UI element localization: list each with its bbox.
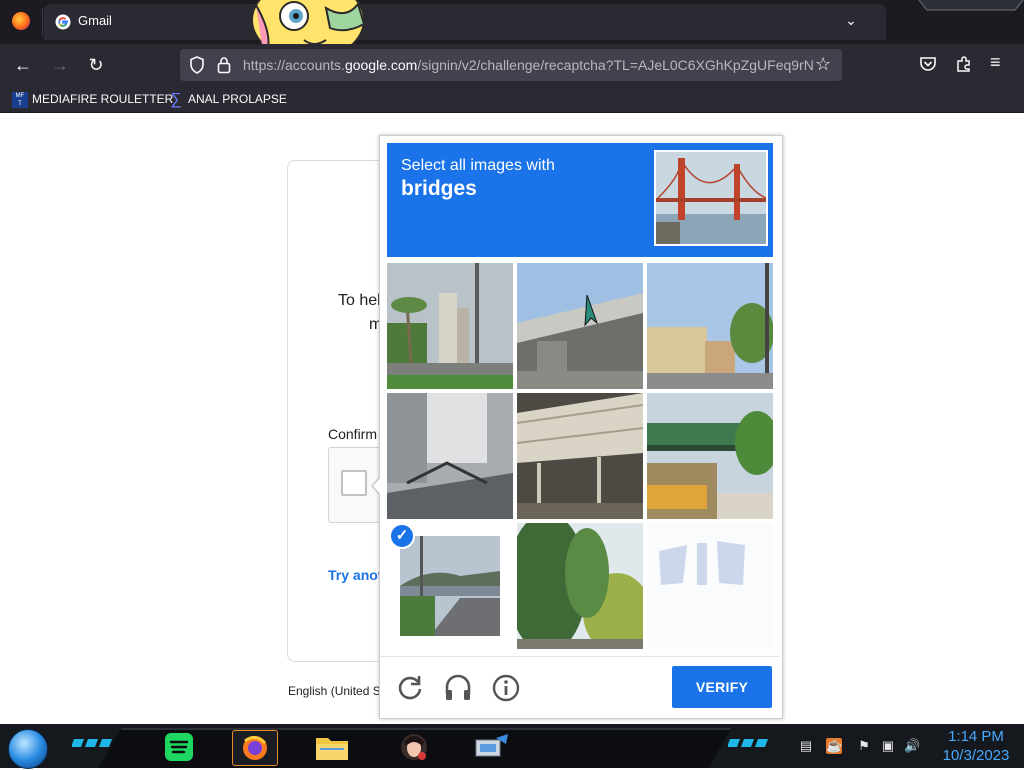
firefox-view-icon[interactable]: [12, 12, 30, 30]
firefox-icon[interactable]: [232, 730, 278, 766]
footer-divider: [380, 656, 780, 657]
language-selector[interactable]: English (United S: [288, 684, 381, 698]
captcha-tile-8[interactable]: [517, 523, 643, 649]
back-arrow-icon[interactable]: ←: [10, 52, 36, 78]
popup-pointer-inner: [373, 477, 381, 495]
reload-icon[interactable]: [394, 672, 426, 704]
tab-list-chevron-icon[interactable]: ⌄: [840, 12, 862, 32]
start-orb-button[interactable]: [8, 729, 48, 769]
pocket-icon[interactable]: [919, 55, 937, 73]
spotify-icon[interactable]: [157, 730, 201, 764]
partial-instruction-text: To hel: [338, 292, 381, 309]
volume-icon[interactable]: 🔊: [904, 738, 920, 754]
window-corner-decoration: [918, 0, 1024, 11]
sigma-icon: ∑: [170, 90, 182, 108]
clock-date[interactable]: 10/3/2023: [936, 747, 1016, 764]
decorative-lights-icon: [72, 739, 112, 747]
captcha-tile-2[interactable]: [517, 263, 643, 389]
captcha-tile-4[interactable]: [387, 393, 513, 519]
verify-button[interactable]: VERIFY: [672, 666, 772, 708]
forward-arrow-icon[interactable]: →: [47, 52, 73, 78]
java-icon[interactable]: ☕: [826, 738, 842, 754]
selected-tile-image: [400, 536, 500, 636]
reload-icon[interactable]: ↻: [83, 52, 109, 78]
avatar-app-icon[interactable]: [392, 730, 436, 764]
captcha-tile-1[interactable]: [387, 263, 513, 389]
challenge-instruction: Select all images with: [401, 157, 555, 174]
sample-bridge-image: [654, 150, 768, 246]
tab-gmail[interactable]: [44, 4, 886, 40]
lock-icon[interactable]: [217, 56, 231, 74]
tab-title: Gmail: [78, 13, 112, 28]
info-icon[interactable]: [490, 672, 522, 704]
recaptcha-checkbox[interactable]: [341, 470, 367, 496]
captcha-tile-6[interactable]: [647, 393, 773, 519]
audio-icon[interactable]: [442, 672, 474, 704]
file-explorer-icon[interactable]: [310, 730, 354, 764]
bookmark-label: MEDIAFIRE ROULETTER: [32, 92, 174, 106]
extensions-puzzle-icon[interactable]: [955, 55, 973, 73]
shield-icon[interactable]: [189, 56, 205, 74]
captcha-tile-9-loading[interactable]: [647, 523, 773, 649]
url-text[interactable]: https://accounts.google.com/signin/v2/ch…: [243, 57, 813, 73]
clock-time[interactable]: 1:14 PM: [936, 728, 1016, 745]
decorative-lights-icon: [728, 739, 768, 747]
menu-hamburger-icon[interactable]: ≡: [990, 52, 1001, 73]
bookmark-star-icon[interactable]: ☆: [815, 54, 831, 75]
keyboard-icon[interactable]: ▤: [796, 738, 816, 754]
try-another-way-link[interactable]: Try anot: [328, 567, 382, 583]
confirm-label: Confirm: [328, 426, 378, 442]
google-g-icon: [55, 14, 71, 30]
bookmark-anal-prolapse[interactable]: ∑ ANAL PROLAPSE: [168, 90, 287, 108]
flag-icon[interactable]: ⚑: [856, 738, 872, 754]
network-app-icon[interactable]: [470, 730, 514, 764]
captcha-tile-3[interactable]: [647, 263, 773, 389]
selected-check-icon: ✓: [389, 523, 415, 549]
captcha-tile-5[interactable]: [517, 393, 643, 519]
network-icon[interactable]: ▣: [880, 738, 896, 754]
bookmark-mediafire[interactable]: MF T MEDIAFIRE ROULETTER: [12, 90, 173, 108]
tab-separator: [42, 8, 43, 36]
bookmark-label: ANAL PROLAPSE: [188, 92, 287, 106]
mediafire-icon: MF T: [12, 91, 28, 108]
challenge-target: bridges: [401, 177, 477, 200]
